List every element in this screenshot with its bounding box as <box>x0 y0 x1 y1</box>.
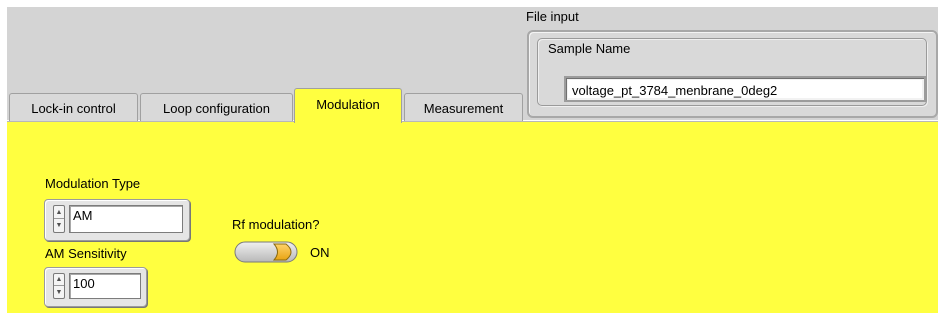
tab-lock-in-control[interactable]: Lock-in control <box>9 93 138 121</box>
tab-measurement[interactable]: Measurement <box>404 93 523 121</box>
modulation-type-label: Modulation Type <box>45 176 141 191</box>
chevron-down-icon[interactable]: ▼ <box>54 219 64 232</box>
am-sensitivity-label: AM Sensitivity <box>45 246 127 261</box>
rf-modulation-label: Rf modulation? <box>232 217 320 232</box>
sample-name-label: Sample Name <box>548 41 631 56</box>
rf-modulation-state: ON <box>310 245 330 260</box>
sample-name-input[interactable]: voltage_pt_3784_menbrane_0deg2 <box>564 76 926 102</box>
chevron-up-icon[interactable]: ▲ <box>54 206 64 219</box>
rf-modulation-toggle[interactable] <box>234 240 300 264</box>
sample-name-value[interactable]: voltage_pt_3784_menbrane_0deg2 <box>568 80 922 98</box>
chevron-up-icon[interactable]: ▲ <box>54 274 64 286</box>
tab-modulation[interactable]: Modulation <box>294 88 402 123</box>
am-sensitivity-spinner[interactable]: ▲ ▼ <box>53 273 65 299</box>
toggle-switch-icon[interactable] <box>234 240 300 264</box>
modulation-type-spinner[interactable]: ▲ ▼ <box>53 205 65 233</box>
sample-name-frame: Sample Name voltage_pt_3784_menbrane_0de… <box>537 38 927 106</box>
am-sensitivity-field[interactable]: 100 <box>69 273 141 299</box>
file-input-label: File input <box>526 9 579 24</box>
am-sensitivity-control: ▲ ▼ 100 <box>44 267 147 307</box>
file-input-cluster: Sample Name voltage_pt_3784_menbrane_0de… <box>527 30 938 118</box>
chevron-down-icon[interactable]: ▼ <box>54 286 64 298</box>
modulation-type-control: ▲ ▼ AM <box>44 199 190 241</box>
tab-loop-configuration[interactable]: Loop configuration <box>140 93 293 121</box>
modulation-type-field[interactable]: AM <box>69 205 183 233</box>
